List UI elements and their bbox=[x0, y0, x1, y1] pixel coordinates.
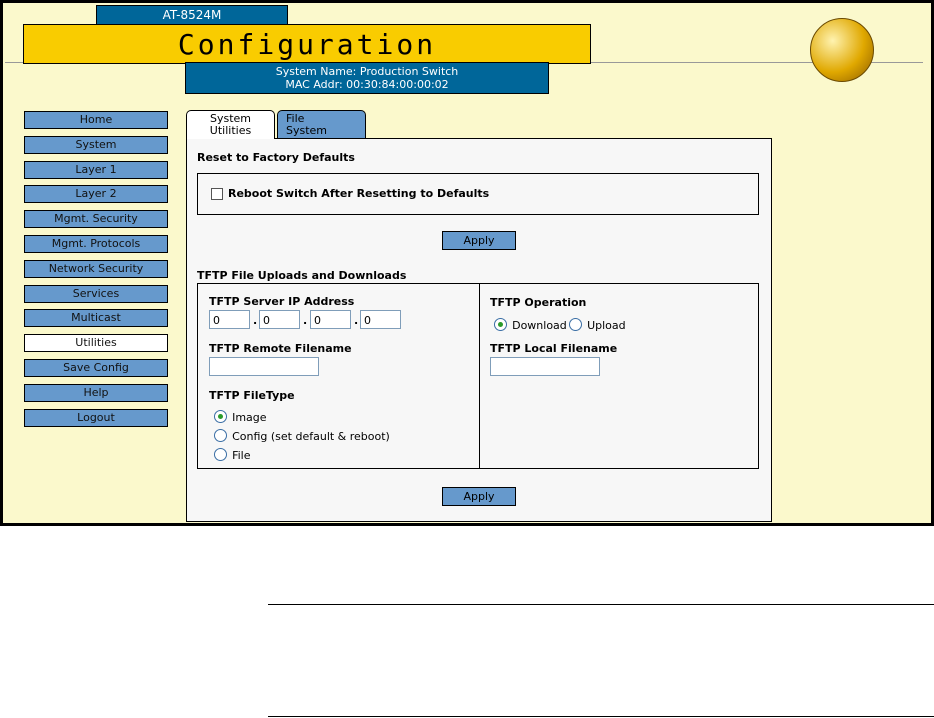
tab-label: System bbox=[286, 124, 328, 137]
radio-icon[interactable] bbox=[494, 318, 507, 331]
radio-label: Image bbox=[232, 411, 267, 424]
nav-layer-2[interactable]: Layer 2 bbox=[24, 185, 168, 204]
nav-utilities[interactable]: Utilities bbox=[24, 334, 168, 353]
filetype-image[interactable]: Image bbox=[214, 406, 267, 425]
ip-octet-4[interactable]: 0 bbox=[360, 310, 401, 329]
tftp-box: TFTP Server IP Address 0 . 0 . 0 . 0 TFT… bbox=[197, 283, 759, 469]
local-filename-input[interactable] bbox=[490, 357, 600, 376]
radio-icon[interactable] bbox=[569, 318, 582, 331]
nav-mgmt-protocols[interactable]: Mgmt. Protocols bbox=[24, 235, 168, 253]
nav-help[interactable]: Help bbox=[24, 383, 168, 402]
radio-label: Download bbox=[512, 319, 567, 332]
ip-octet-2[interactable]: 0 bbox=[259, 310, 300, 329]
radio-label: Upload bbox=[587, 319, 626, 332]
radio-label: File bbox=[232, 449, 251, 462]
ip-octet-1[interactable]: 0 bbox=[209, 310, 250, 329]
operation-label: TFTP Operation bbox=[490, 296, 587, 309]
globe-logo-icon bbox=[810, 18, 874, 82]
system-name: System Name: Production Switch bbox=[275, 65, 459, 78]
nav-system[interactable]: System bbox=[24, 135, 168, 154]
radio-icon[interactable] bbox=[214, 429, 227, 442]
local-label: TFTP Local Filename bbox=[490, 342, 618, 355]
rule-top bbox=[268, 604, 934, 605]
reset-title: Reset to Factory Defaults bbox=[197, 151, 355, 164]
reset-box: Reboot Switch After Resetting to Default… bbox=[197, 173, 759, 215]
system-info: System Name: Production Switch MAC Addr: … bbox=[185, 62, 549, 94]
tab-label: Utilities bbox=[209, 124, 252, 137]
filetype-file[interactable]: File bbox=[214, 444, 251, 463]
filetype-label: TFTP FileType bbox=[209, 389, 295, 402]
rule-bottom bbox=[268, 716, 934, 717]
nav-services[interactable]: Services bbox=[24, 284, 168, 303]
separator bbox=[479, 284, 480, 468]
tab-file-system[interactable]: File System bbox=[277, 110, 366, 138]
reboot-label: Reboot Switch After Resetting to Default… bbox=[228, 187, 490, 200]
reboot-checkbox[interactable] bbox=[211, 188, 223, 200]
nav-home[interactable]: Home bbox=[24, 111, 168, 129]
radio-icon[interactable] bbox=[214, 410, 227, 423]
radio-label: Config (set default & reboot) bbox=[232, 430, 390, 443]
operation-download[interactable]: Download bbox=[494, 314, 567, 333]
model-label: AT-8524M bbox=[96, 5, 288, 26]
remote-filename-input[interactable] bbox=[209, 357, 319, 376]
remote-label: TFTP Remote Filename bbox=[209, 342, 352, 355]
radio-icon[interactable] bbox=[214, 448, 227, 461]
mac-address: MAC Addr: 00:30:84:00:00:02 bbox=[285, 78, 449, 91]
nav-multicast[interactable]: Multicast bbox=[24, 309, 168, 328]
tab-system-utilities[interactable]: System Utilities bbox=[186, 110, 275, 139]
nav-save-config[interactable]: Save Config bbox=[24, 359, 168, 377]
tftp-apply-button[interactable]: Apply bbox=[442, 487, 516, 506]
reset-apply-button[interactable]: Apply bbox=[442, 231, 516, 250]
filetype-config[interactable]: Config (set default & reboot) bbox=[214, 425, 390, 444]
utilities-panel: Reset to Factory Defaults Reboot Switch … bbox=[186, 138, 772, 522]
page-title: Configuration bbox=[23, 24, 591, 64]
ip-octet-3[interactable]: 0 bbox=[310, 310, 351, 329]
nav-mgmt-security[interactable]: Mgmt. Security bbox=[24, 210, 168, 229]
nav-logout[interactable]: Logout bbox=[24, 408, 168, 427]
nav-network-security[interactable]: Network Security bbox=[24, 259, 168, 278]
nav-layer-1[interactable]: Layer 1 bbox=[24, 160, 168, 179]
operation-upload[interactable]: Upload bbox=[569, 314, 626, 333]
ip-label: TFTP Server IP Address bbox=[209, 295, 355, 308]
tftp-title: TFTP File Uploads and Downloads bbox=[197, 269, 407, 282]
